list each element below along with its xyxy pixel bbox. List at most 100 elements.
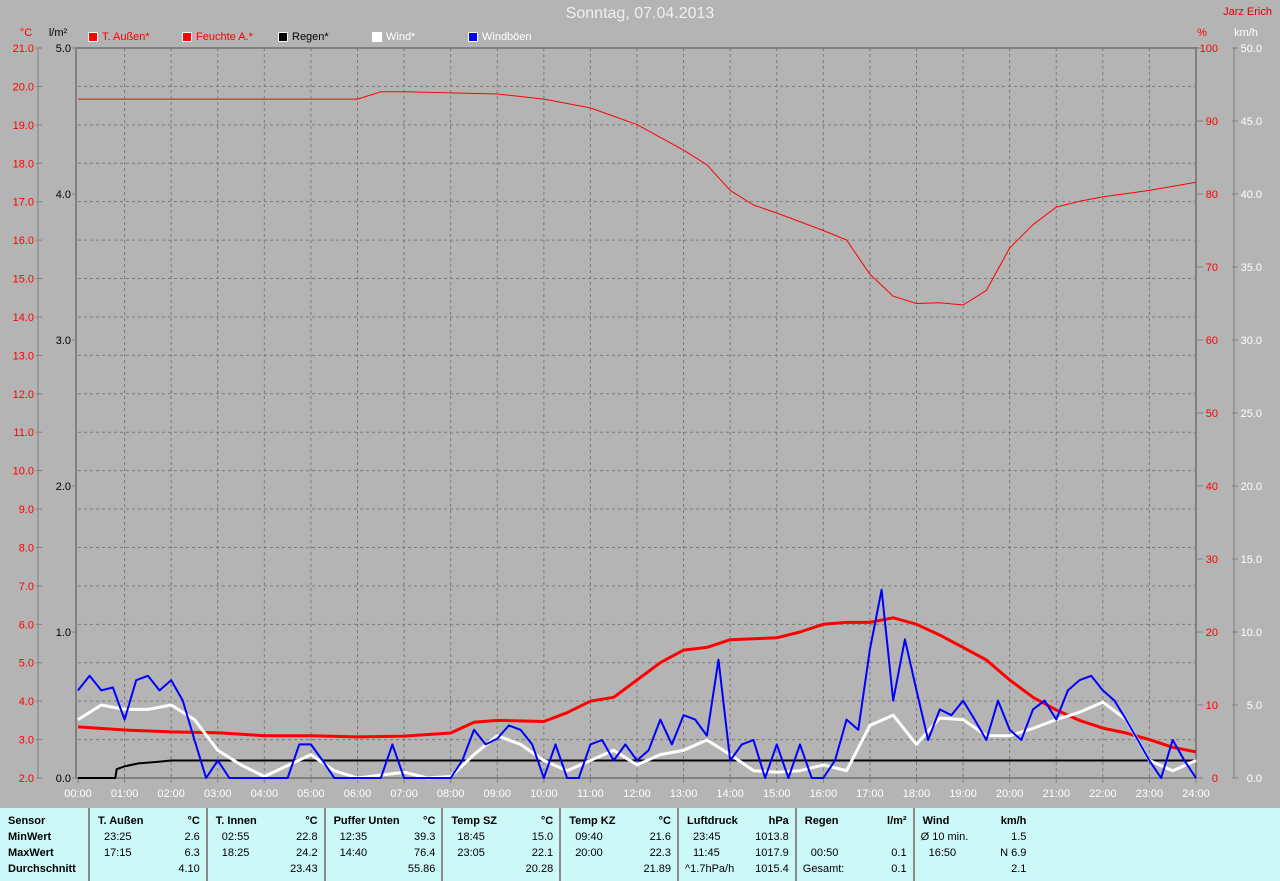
rain-tick-label: 2.0 — [56, 481, 71, 493]
humidity-tick-label: 10 — [1206, 700, 1218, 712]
x-tick-label: 06:00 — [344, 788, 372, 800]
cell-value: 1013.8 — [755, 831, 789, 843]
x-tick-label: 23:00 — [1136, 788, 1164, 800]
rain-axis-unit: l/m² — [49, 27, 68, 39]
rain-tick-label: 4.0 — [56, 189, 71, 201]
cell-time: 12:35 — [339, 831, 368, 843]
x-tick-label: 17:00 — [856, 788, 884, 800]
table-column: T. Innen °C 02:55 22.8 18:25 24.2 23.43 — [208, 808, 326, 881]
column-header: Temp SZ °C — [443, 815, 559, 831]
temp-tick-label: 2.0 — [19, 773, 34, 785]
legend-item: Wind* — [372, 31, 415, 43]
cell-value: 23.43 — [290, 863, 318, 875]
humidity-tick-label: 20 — [1206, 627, 1218, 639]
table-row: 23:25 2.6 — [90, 831, 206, 847]
temp-tick-label: 20.0 — [13, 81, 34, 93]
x-tick-label: 02:00 — [157, 788, 185, 800]
temp-tick-label: 12.0 — [13, 389, 34, 401]
column-unit: °C — [423, 815, 436, 827]
x-tick-label: 12:00 — [623, 788, 651, 800]
temp-tick-label: 14.0 — [13, 312, 34, 324]
cell-value: 55.86 — [407, 863, 436, 875]
temp-tick-label: 5.0 — [19, 658, 34, 670]
legend-swatch — [372, 32, 382, 42]
column-name: Wind — [922, 815, 950, 827]
humidity-tick-label: 30 — [1206, 554, 1218, 566]
table-row: 20:00 22.3 — [561, 847, 677, 863]
x-tick-label: 18:00 — [903, 788, 931, 800]
table-row: Gesamt: 0.1 — [797, 863, 913, 879]
cell-value: 39.3 — [413, 831, 436, 843]
column-header: Temp KZ °C — [561, 815, 677, 831]
table-row: 55.86 — [326, 863, 442, 879]
wind-tick-label: 0.0 — [1247, 773, 1262, 785]
author-label: Jarz Erich — [1223, 6, 1272, 18]
stats-table: Sensor MinWert MaxWert Durchschnitt T. Außen… — [0, 808, 1280, 881]
wind-axis-unit: km/h — [1234, 27, 1258, 39]
table-row: 23:45 1013.8 — [679, 831, 795, 847]
cell-value: 2.6 — [184, 831, 200, 843]
table-row: 2.1 — [915, 863, 1033, 879]
humidity-tick-label: 80 — [1206, 189, 1218, 201]
column-unit: hPa — [768, 815, 789, 827]
cell-value: 22.1 — [531, 847, 554, 859]
column-name: Temp SZ — [451, 815, 498, 827]
table-column: Luftdruck hPa 23:45 1013.8 11:45 1017.9 ^1.7hP… — [679, 808, 797, 881]
page-title: Sonntag, 07.04.2013 — [565, 5, 715, 22]
temp-tick-label: 6.0 — [19, 619, 34, 631]
cell-value: 20.28 — [525, 863, 554, 875]
cell-value: 0.1 — [891, 847, 907, 859]
x-tick-label: 05:00 — [297, 788, 325, 800]
x-tick-label: 15:00 — [763, 788, 791, 800]
temp-tick-label: 19.0 — [13, 120, 34, 132]
table-row: 23:05 22.1 — [443, 847, 559, 863]
legend-item: T. Außen* — [88, 31, 150, 43]
row-label-text: Durchschnitt — [8, 863, 76, 875]
wind-tick-label: 45.0 — [1241, 116, 1262, 128]
table-row: 11:45 1017.9 — [679, 847, 795, 863]
wind-tick-label: 5.0 — [1247, 700, 1262, 712]
cell-time: 00:50 — [810, 847, 839, 859]
table-row: 09:40 21.6 — [561, 831, 677, 847]
table-column: Regen l/m² 00:50 0.1 Gesamt: 0.1 — [797, 808, 915, 881]
table-row: 21.89 — [561, 863, 677, 879]
table-row: 14:40 76.4 — [326, 847, 442, 863]
humidity-tick-label: 100 — [1200, 43, 1218, 55]
weather-chart: 2.0 3.0 4.0 5.0 6.0 7.0 8.0 9.0 10.0 11.0 12.0 13.0… — [13, 27, 1262, 800]
legend-label: T. Außen* — [102, 31, 150, 43]
temp-tick-label: 21.0 — [13, 43, 34, 55]
cell-time: 16:50 — [928, 847, 957, 859]
column-unit: l/m² — [887, 815, 907, 827]
cell-value: 21.89 — [643, 863, 671, 875]
x-tick-label: 11:00 — [577, 788, 604, 800]
table-row-labels: Sensor MinWert MaxWert Durchschnitt — [0, 808, 90, 881]
wind-tick-label: 50.0 — [1241, 43, 1262, 55]
temp-tick-label: 3.0 — [19, 735, 34, 747]
cell-time: 02:55 — [221, 831, 250, 843]
table-row: 12:35 39.3 — [326, 831, 442, 847]
x-tick-label: 04:00 — [251, 788, 279, 800]
row-label: Durchschnitt — [0, 863, 88, 879]
x-tick-label: 21:00 — [1042, 788, 1070, 800]
humidity-tick-label: 90 — [1206, 116, 1218, 128]
legend-label: Feuchte A.* — [196, 31, 253, 43]
temp-tick-label: 7.0 — [19, 581, 34, 593]
humidity-tick-label: 70 — [1206, 262, 1218, 274]
column-name: Regen — [804, 815, 839, 827]
column-unit: °C — [305, 815, 318, 827]
humidity-tick-label: 40 — [1206, 481, 1218, 493]
cell-time: 14:40 — [339, 847, 368, 859]
x-tick-label: 07:00 — [390, 788, 418, 800]
column-name: Luftdruck — [687, 815, 738, 827]
temp-tick-label: 11.0 — [13, 427, 34, 439]
x-tick-label: 00:00 — [64, 788, 92, 800]
table-row: 4.10 — [90, 863, 206, 879]
cell-time: 23:25 — [104, 831, 132, 843]
x-tick-label: 19:00 — [949, 788, 977, 800]
cell-value: 1.5 — [1011, 831, 1027, 843]
cell-value: 22.8 — [296, 831, 318, 843]
temp-tick-label: 18.0 — [13, 158, 34, 170]
column-header: T. Innen °C — [208, 815, 324, 831]
table-row: 20.28 — [443, 863, 559, 879]
column-name: T. Außen — [98, 815, 144, 827]
